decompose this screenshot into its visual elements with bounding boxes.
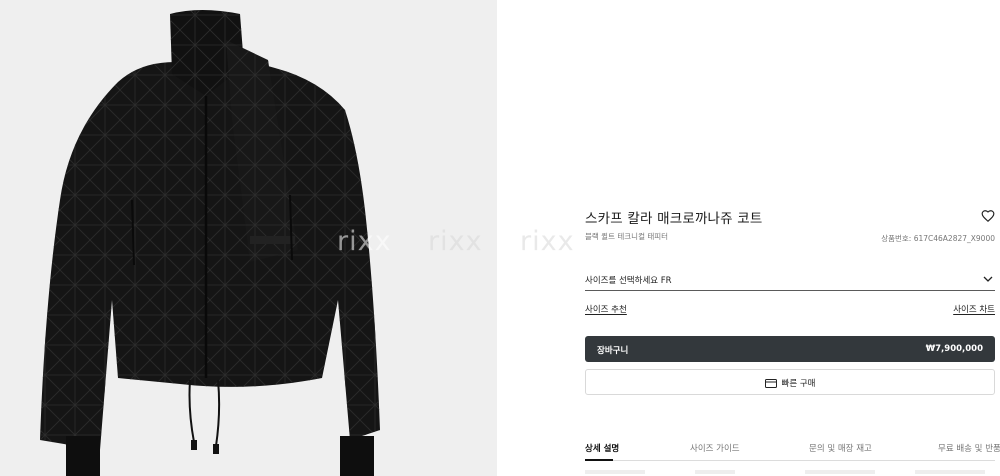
product-code: 상품번호: 617C46A2827_X9000	[881, 234, 995, 243]
tab-size-guide[interactable]: 사이즈 가이드	[690, 442, 740, 454]
add-to-cart-button[interactable]: 장바구니 ₩7,900,000	[585, 336, 995, 362]
detail-tabs: 상세 설명 사이즈 가이드 문의 및 매장 재고 무료 배송 및 반품	[585, 437, 1000, 461]
content-placeholder	[695, 470, 735, 474]
tab-inquiry-stock[interactable]: 문의 및 매장 재고	[809, 442, 872, 454]
size-select[interactable]: 사이즈를 선택하세요 FR	[585, 268, 995, 291]
content-placeholder	[915, 470, 985, 474]
content-placeholder	[805, 470, 875, 474]
content-placeholder	[585, 470, 645, 474]
size-select-label: 사이즈를 선택하세요 FR	[585, 276, 672, 286]
product-image-jacket	[40, 10, 380, 476]
price: ₩7,900,000	[925, 344, 983, 354]
tab-shipping-returns[interactable]: 무료 배송 및 반품	[938, 442, 1000, 454]
tab-active-indicator	[585, 459, 613, 461]
product-info-panel: 스카프 칼라 매크로까나쥬 코트 블랙 퀼트 테크니컬 태피터 상품번호: 61…	[585, 0, 1000, 476]
product-title: 스카프 칼라 매크로까나쥬 코트	[585, 211, 763, 227]
watermark-text: rixx	[520, 226, 575, 257]
chevron-down-icon	[983, 276, 993, 282]
size-recommend-link[interactable]: 사이즈 추천	[585, 303, 627, 315]
cart-label: 장바구니	[597, 346, 629, 356]
card-icon	[764, 379, 777, 388]
product-subtitle: 블랙 퀼트 테크니컬 태피터	[585, 232, 669, 241]
tab-details[interactable]: 상세 설명	[585, 442, 619, 454]
heart-icon[interactable]	[981, 209, 995, 223]
quick-buy-button[interactable]: 빠른 구매	[585, 369, 995, 395]
size-chart-link[interactable]: 사이즈 차트	[953, 303, 995, 315]
quick-buy-label: 빠른 구매	[781, 379, 816, 389]
product-image-panel	[0, 0, 497, 476]
